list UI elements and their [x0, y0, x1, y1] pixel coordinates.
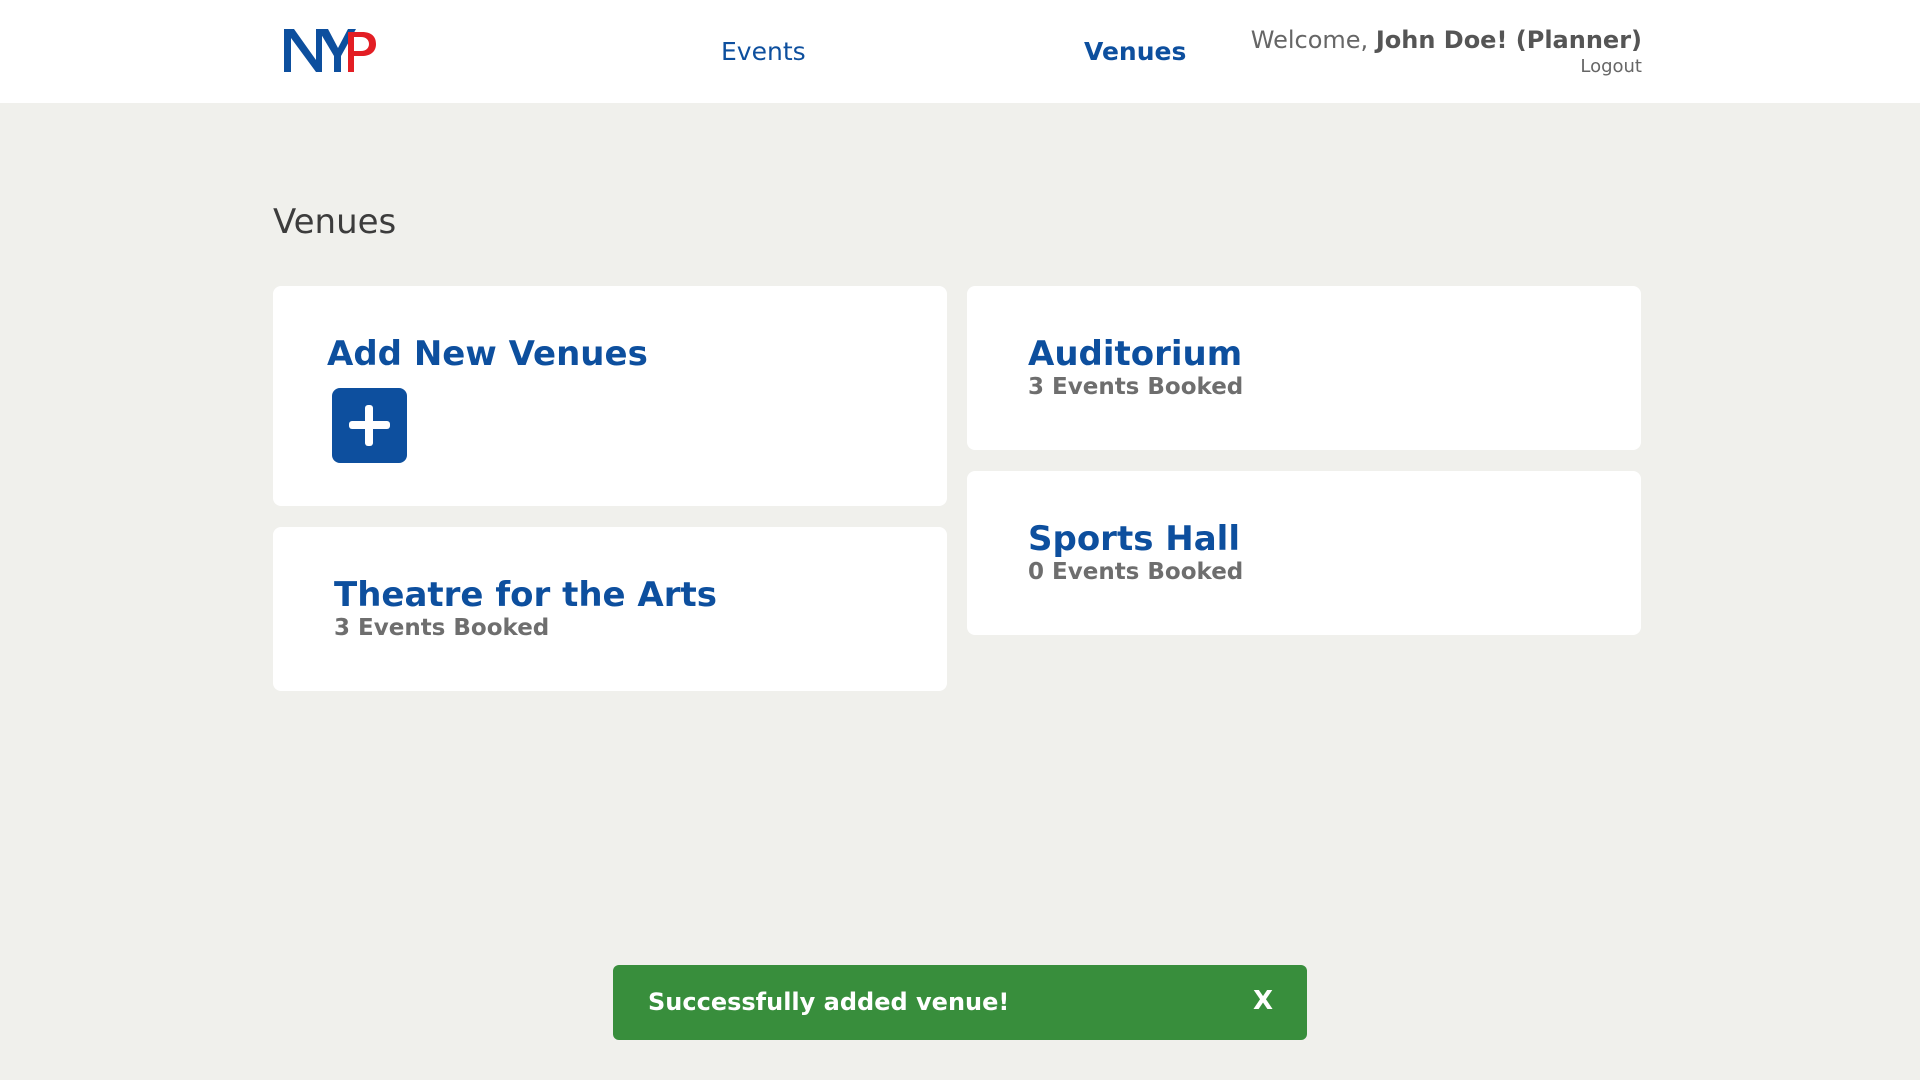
venue-events-booked: 3 Events Booked [1028, 374, 1244, 400]
venue-card-auditorium[interactable]: Auditorium 3 Events Booked [967, 286, 1641, 450]
venue-name: Theatre for the Arts [334, 575, 717, 615]
add-venue-card[interactable]: Add New Venues [273, 286, 947, 506]
venue-name: Auditorium [1028, 334, 1243, 374]
venue-events-booked: 0 Events Booked [1028, 559, 1244, 585]
welcome-message: Welcome, John Doe! (Planner) [1251, 26, 1642, 54]
nyp-logo[interactable] [282, 26, 378, 76]
toast-message: Successfully added venue! [648, 988, 1010, 1016]
page-title: Venues [273, 202, 397, 242]
nav-venues-link[interactable]: Venues [1084, 37, 1186, 66]
venue-card-theatre[interactable]: Theatre for the Arts 3 Events Booked [273, 527, 947, 691]
add-venue-button[interactable] [332, 388, 407, 463]
venue-events-booked: 3 Events Booked [334, 615, 550, 641]
nav-events-link[interactable]: Events [721, 37, 806, 66]
venue-name: Sports Hall [1028, 519, 1240, 559]
add-venue-title: Add New Venues [327, 334, 648, 374]
user-name: John Doe! (Planner) [1375, 26, 1642, 54]
logout-link[interactable]: Logout [1580, 56, 1642, 77]
welcome-prefix: Welcome, [1250, 26, 1369, 54]
venue-card-sports-hall[interactable]: Sports Hall 0 Events Booked [967, 471, 1641, 635]
toast-close-button[interactable]: X [1253, 986, 1273, 1016]
top-navbar: Events Venues Welcome, John Doe! (Planne… [0, 0, 1920, 103]
success-toast: Successfully added venue! X [613, 965, 1307, 1040]
